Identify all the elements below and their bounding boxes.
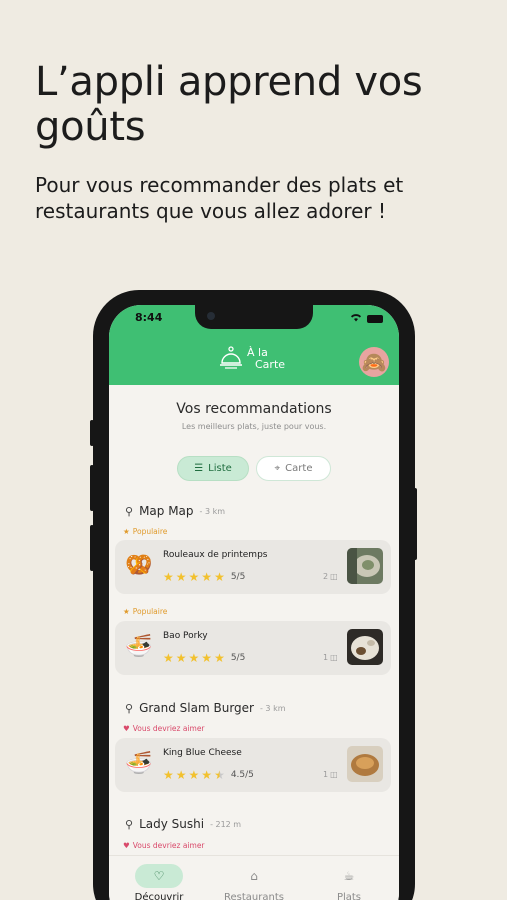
star-icon: ★ bbox=[188, 768, 200, 782]
restaurant-name: Grand Slam Burger bbox=[139, 701, 254, 715]
tab-label: Découvrir bbox=[134, 892, 184, 900]
star-icon: ★ bbox=[163, 651, 174, 665]
dish-name: King Blue Cheese bbox=[163, 748, 242, 758]
restaurant-heading[interactable]: ⚲ Lady Sushi - 212 m bbox=[125, 817, 241, 831]
view-list-label: Liste bbox=[208, 463, 232, 474]
tab-restaurants[interactable]: ⌂ Restaurants bbox=[209, 864, 299, 900]
star-icon: ★ bbox=[201, 570, 213, 584]
noodles-icon: 🍜 bbox=[125, 751, 153, 776]
popular-tag: ★ Populaire bbox=[123, 607, 167, 616]
tag-label: Vous devriez aimer bbox=[132, 724, 205, 733]
dish-card[interactable]: 🥨 Rouleaux de printemps ★ ★ ★ ★ ★ 5/5 2 … bbox=[115, 540, 391, 594]
star-icon: ★ bbox=[163, 768, 174, 782]
dish-icon: ☕ bbox=[343, 869, 355, 883]
photo-count-value: 1 bbox=[323, 653, 329, 662]
star-icon: ★ bbox=[175, 570, 187, 584]
star-icon: ★ bbox=[201, 651, 213, 665]
camera-small-icon: ◫ bbox=[330, 770, 338, 779]
page-subtitle: Les meilleurs plats, juste pour vous. bbox=[181, 422, 327, 431]
location-pin-icon: ⚲ bbox=[125, 504, 134, 518]
dish-card[interactable]: 🍜 Bao Porky ★ ★ ★ ★ ★ 5/5 1 ◫ bbox=[115, 621, 391, 675]
dish-photo[interactable] bbox=[347, 629, 383, 665]
photo-count: 2 ◫ bbox=[323, 572, 338, 581]
wifi-icon bbox=[350, 313, 362, 325]
star-small-icon: ★ bbox=[123, 607, 130, 616]
dish-card[interactable]: 🍜 King Blue Cheese ★ ★ ★ ★ ★ 4.5/5 1 ◫ bbox=[115, 738, 391, 792]
restaurant-distance: - 212 m bbox=[210, 819, 242, 829]
map-pin-icon: ⌖ bbox=[274, 463, 281, 474]
restaurant-distance: - 3 km bbox=[260, 703, 286, 713]
camera-small-icon: ◫ bbox=[330, 572, 338, 581]
view-list-button[interactable]: ☰ Liste bbox=[177, 456, 249, 481]
photo-count: 1 ◫ bbox=[323, 653, 338, 662]
rating-score: 5/5 bbox=[230, 572, 246, 582]
home-icon: ⌂ bbox=[250, 869, 258, 883]
heart-small-icon: ♥ bbox=[123, 724, 130, 733]
location-pin-icon: ⚲ bbox=[125, 701, 134, 715]
dish-rating: ★ ★ ★ ★ ★ 4.5/5 bbox=[163, 769, 254, 781]
photo-count-value: 1 bbox=[323, 770, 329, 779]
star-icon: ★ bbox=[201, 768, 213, 782]
tag-label: Vous devriez aimer bbox=[132, 841, 205, 850]
cloche-icon bbox=[219, 345, 243, 373]
logo-line-2: Carte bbox=[255, 358, 286, 371]
dish-name: Rouleaux de printemps bbox=[163, 550, 268, 560]
star-half-icon: ★ bbox=[214, 768, 225, 782]
rating-score: 4.5/5 bbox=[230, 770, 254, 780]
pretzel-icon: 🥨 bbox=[125, 553, 153, 578]
rating-score: 5/5 bbox=[230, 653, 246, 663]
star-icon: ★ bbox=[163, 570, 174, 584]
star-icon: ★ bbox=[175, 768, 187, 782]
heart-icon: ♡ bbox=[135, 864, 183, 888]
restaurant-heading[interactable]: ⚲ Grand Slam Burger - 3 km bbox=[125, 701, 286, 715]
status-icons bbox=[350, 313, 383, 325]
star-icon: ★ bbox=[214, 651, 225, 665]
restaurant-distance: - 3 km bbox=[199, 506, 226, 516]
photo-count: 1 ◫ bbox=[323, 770, 338, 779]
tag-label: Populaire bbox=[132, 607, 168, 616]
noodles-icon: 🍜 bbox=[125, 634, 153, 659]
tab-label: Plats bbox=[336, 892, 362, 900]
star-small-icon: ★ bbox=[123, 527, 130, 536]
restaurant-heading[interactable]: ⚲ Map Map - 3 km bbox=[125, 504, 225, 518]
recommended-tag: ♥ Vous devriez aimer bbox=[123, 724, 205, 733]
photo-count-value: 2 bbox=[323, 572, 329, 581]
star-icon: ★ bbox=[214, 570, 225, 584]
recommended-tag: ♥ Vous devriez aimer bbox=[123, 841, 205, 850]
star-icon: ★ bbox=[188, 570, 200, 584]
tab-discover[interactable]: ♡ Découvrir bbox=[114, 864, 204, 900]
heart-small-icon: ♥ bbox=[123, 841, 130, 850]
star-icon: ★ bbox=[188, 651, 200, 665]
logo-text: À la Carte bbox=[247, 347, 285, 371]
star-icon: ★ bbox=[175, 651, 187, 665]
camera-small-icon: ◫ bbox=[330, 653, 338, 662]
bottom-tab-bar: ♡ Découvrir ⌂ Restaurants ☕ Plats bbox=[109, 855, 399, 900]
restaurant-name: Map Map bbox=[139, 504, 194, 518]
tab-label: Restaurants bbox=[224, 892, 284, 900]
restaurant-name: Lady Sushi bbox=[139, 817, 205, 831]
promo-headline: L’appli apprend vos goûts bbox=[35, 59, 423, 150]
dish-name: Bao Porky bbox=[163, 631, 208, 641]
camera-icon bbox=[207, 312, 215, 320]
page-title: Vos recommandations bbox=[176, 401, 332, 417]
phone-frame: 8:44 À la Carte 🙈 Vos recommandations Le… bbox=[93, 290, 415, 900]
dish-rating: ★ ★ ★ ★ ★ 5/5 bbox=[163, 571, 245, 583]
dish-rating: ★ ★ ★ ★ ★ 5/5 bbox=[163, 652, 245, 664]
battery-icon bbox=[367, 315, 383, 323]
notch bbox=[195, 305, 313, 329]
list-icon: ☰ bbox=[194, 463, 204, 474]
promo-subline: Pour vous recommander des plats et resta… bbox=[35, 173, 404, 223]
popular-tag: ★ Populaire bbox=[123, 527, 167, 536]
dish-photo[interactable] bbox=[347, 548, 383, 584]
phone-screen: 8:44 À la Carte 🙈 Vos recommandations Le… bbox=[109, 305, 399, 900]
app-logo[interactable]: À la Carte bbox=[219, 345, 285, 373]
view-map-button[interactable]: ⌖ Carte bbox=[256, 456, 331, 481]
avatar[interactable]: 🙈 bbox=[359, 347, 389, 377]
location-pin-icon: ⚲ bbox=[125, 817, 134, 831]
dish-photo[interactable] bbox=[347, 746, 383, 782]
status-time: 8:44 bbox=[135, 311, 163, 324]
view-map-label: Carte bbox=[285, 463, 313, 474]
tag-label: Populaire bbox=[132, 527, 168, 536]
tab-dishes[interactable]: ☕ Plats bbox=[304, 864, 394, 900]
